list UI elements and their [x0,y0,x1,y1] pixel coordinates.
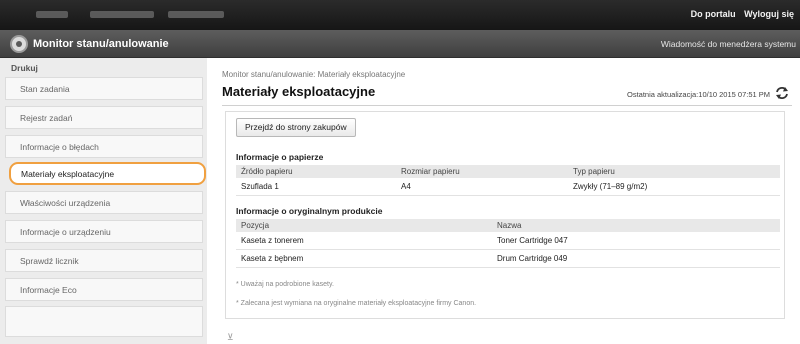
blurred-header-text [36,11,68,18]
paper-info-table: Źródło papieru Rozmiar papieru Typ papie… [236,165,780,196]
sidebar-item-consumables[interactable]: Materiały eksploatacyjne [9,162,206,185]
table-row: Kaseta z tonerem Toner Cartridge 047 [236,232,780,250]
title-divider [222,105,792,106]
logout-link[interactable]: Wyloguj się [744,9,794,19]
column-header: Nazwa [497,221,522,230]
sidebar-item-device-features[interactable]: Właściwości urządzenia [5,191,203,214]
original-product-heading: Informacje o oryginalnym produkcie [236,206,383,216]
last-update-text: Ostatnia aktualizacja:10/10 2015 07:51 P… [626,90,770,99]
consumables-panel: Przejdź do strony zakupów Informacje o p… [225,111,785,319]
counterfeit-warning-note: * Uważaj na podrobione kasety. [236,281,334,288]
table-row: Szuflada 1 A4 Zwykły (71–89 g/m2) [236,178,780,196]
genuine-supplies-note: * Zalecana jest wymiana na oryginalne ma… [236,300,477,307]
refresh-icon[interactable] [774,86,790,100]
item-cell: Kaseta z tonerem [241,236,304,245]
table-header-row: Pozycja Nazwa [236,219,780,232]
column-header: Rozmiar papieru [401,167,460,176]
go-to-purchase-page-button[interactable]: Przejdź do strony zakupów [236,118,356,137]
blurred-header-text [168,11,224,18]
sidebar-item-error-info[interactable]: Informacje o błędach [5,135,203,158]
sidebar-item-job-log[interactable]: Rejestr zadań [5,106,203,129]
main-content: Monitor stanu/anulowanie: Materiały eksp… [207,58,800,344]
sidebar-heading: Drukuj [11,63,38,73]
column-header: Typ papieru [573,167,615,176]
page-title: Materiały eksploatacyjne [222,84,376,99]
column-header: Źródło papieru [241,167,293,176]
page-top-icon[interactable]: ⊻ [227,332,234,343]
paper-type-cell: Zwykły (71–89 g/m2) [573,182,648,191]
name-cell: Drum Cartridge 049 [497,254,568,263]
app-title: Monitor stanu/anulowanie [33,38,169,50]
header-links: Do portalu Wyloguj się [685,9,794,19]
top-bar: Do portalu Wyloguj się [0,0,800,30]
message-to-admin-link[interactable]: Wiadomość do menedżera systemu [661,39,796,49]
original-product-table: Pozycja Nazwa Kaseta z tonerem Toner Car… [236,219,780,268]
table-row: Kaseta z bębnem Drum Cartridge 049 [236,250,780,268]
breadcrumb: Monitor stanu/anulowanie: Materiały eksp… [222,70,406,79]
paper-source-cell: Szuflada 1 [241,182,279,191]
sidebar-item-job-status[interactable]: Stan zadania [5,77,203,100]
sidebar-item-eco-info[interactable]: Informacje Eco [5,278,203,301]
paper-size-cell: A4 [401,182,411,191]
sidebar: Drukuj Stan zadania Rejestr zadań Inform… [0,58,207,344]
portal-link[interactable]: Do portalu [691,9,736,19]
blurred-header-text [90,11,154,18]
title-bar: Monitor stanu/anulowanie Wiadomość do me… [0,30,800,58]
paper-info-heading: Informacje o papierze [236,152,324,162]
item-cell: Kaseta z bębnem [241,254,304,263]
monitor-logo-icon [10,35,28,53]
sidebar-item-device-info[interactable]: Informacje o urządzeniu [5,220,203,243]
sidebar-item-check-counter[interactable]: Sprawdź licznik [5,249,203,272]
table-header-row: Źródło papieru Rozmiar papieru Typ papie… [236,165,780,178]
column-header: Pozycja [241,221,270,230]
sidebar-empty-slot [5,306,203,337]
name-cell: Toner Cartridge 047 [497,236,568,245]
